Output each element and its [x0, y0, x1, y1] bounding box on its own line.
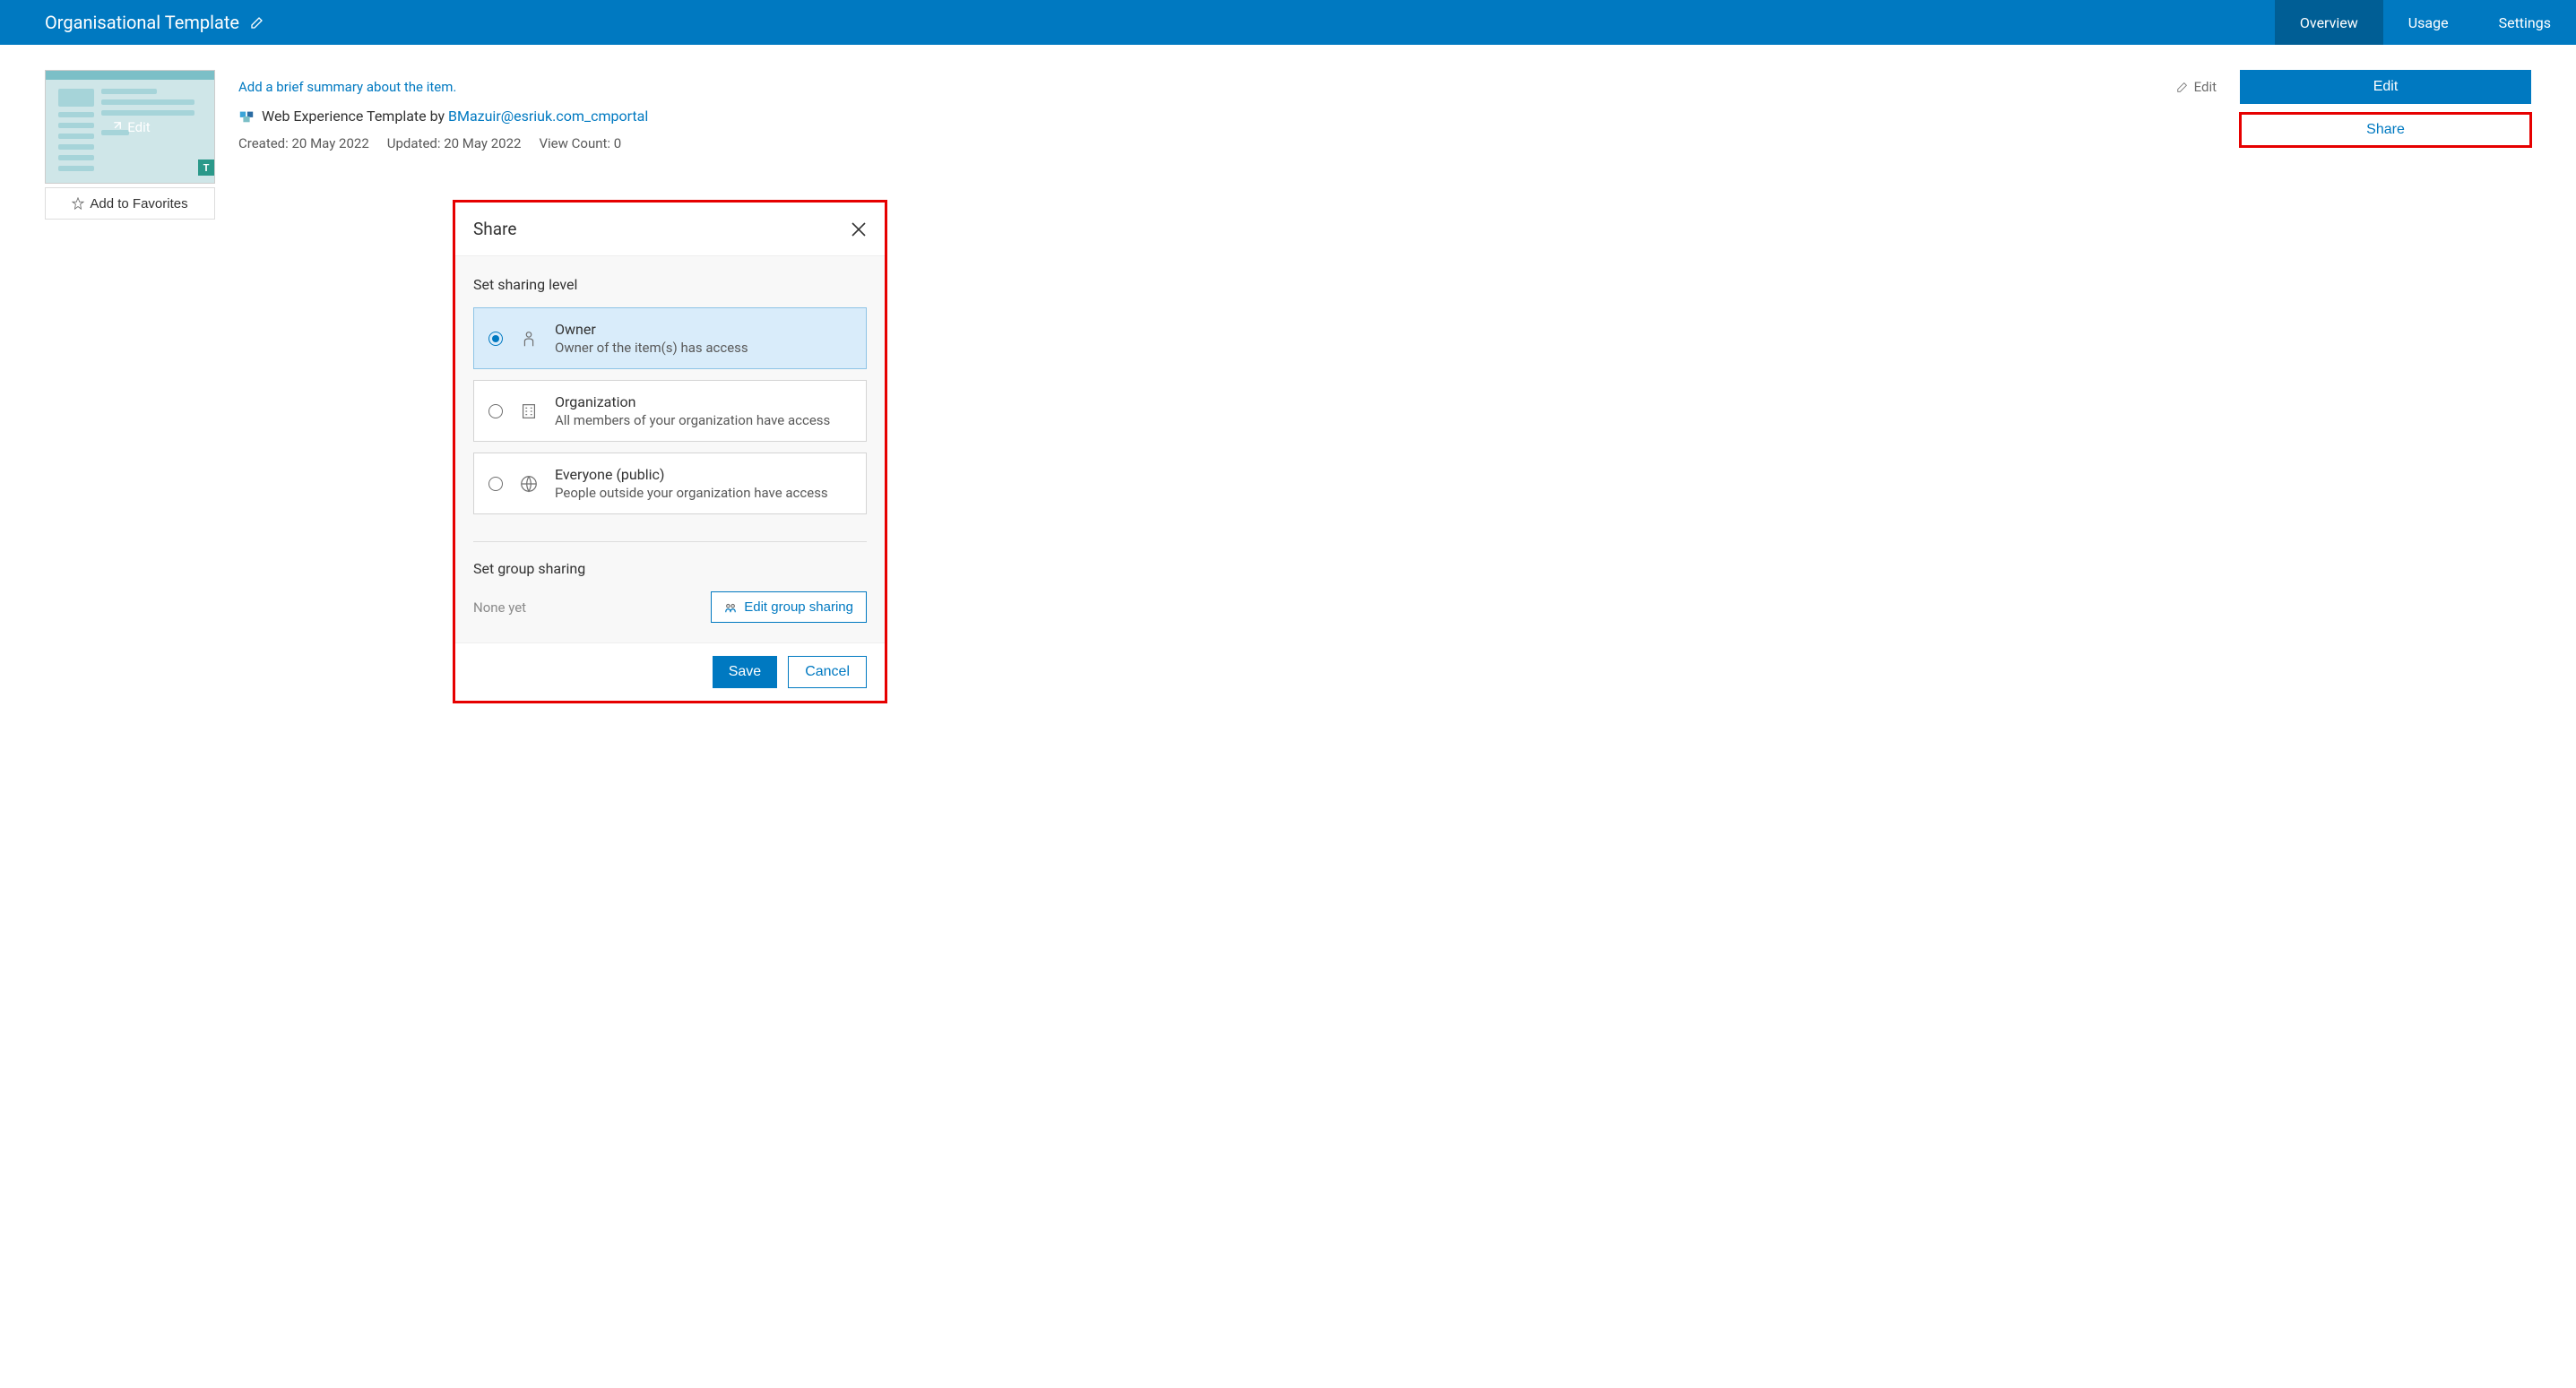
group-sharing-row: None yet Edit group sharing [473, 591, 867, 623]
building-icon [519, 401, 539, 421]
summary-row: Add a brief summary about the item. Edit [238, 79, 2217, 95]
sharing-options: Owner Owner of the item(s) has access Or… [473, 307, 867, 514]
created-date: Created: 20 May 2022 [238, 135, 369, 151]
star-icon [72, 197, 84, 210]
edit-summary-label: Edit [2194, 79, 2217, 95]
sharing-level-heading: Set sharing level [473, 276, 867, 293]
thumbnail-edit-overlay[interactable]: Edit [46, 71, 214, 183]
item-type-row: Web Experience Template by BMazuir@esriu… [238, 108, 2217, 125]
item-thumbnail[interactable]: Edit T [45, 70, 215, 184]
option-owner-desc: Owner of the item(s) has access [555, 340, 748, 356]
group-sharing-none: None yet [473, 599, 526, 616]
option-owner-title: Owner [555, 321, 748, 338]
updated-date: Updated: 20 May 2022 [387, 135, 522, 151]
radio-public[interactable] [488, 477, 503, 491]
side-column: Edit Share [2240, 70, 2531, 220]
share-button[interactable]: Share [2240, 113, 2531, 147]
edit-group-sharing-label: Edit group sharing [744, 599, 853, 615]
group-sharing-heading: Set group sharing [473, 560, 867, 577]
section-divider [473, 541, 867, 542]
summary-placeholder[interactable]: Add a brief summary about the item. [238, 79, 456, 95]
person-icon [519, 329, 539, 349]
close-icon[interactable] [851, 221, 867, 237]
option-org-desc: All members of your organization have ac… [555, 412, 830, 428]
main-column: Add a brief summary about the item. Edit… [238, 70, 2217, 220]
modal-footer: Save Cancel [455, 642, 885, 701]
header-tabs: Overview Usage Settings [2275, 0, 2576, 45]
add-favorites-label: Add to Favorites [90, 196, 187, 211]
external-link-icon [109, 121, 122, 134]
item-type-text: Web Experience Template by BMazuir@esriu… [262, 108, 648, 125]
modal-title: Share [473, 219, 516, 239]
content-area: Edit T Add to Favorites Add a brief summ… [0, 45, 2576, 245]
share-modal: Share Set sharing level Owner Owner of t… [453, 200, 887, 703]
modal-header: Share [455, 203, 885, 256]
share-option-org[interactable]: Organization All members of your organiz… [473, 380, 867, 442]
edit-title-icon[interactable] [250, 15, 264, 30]
author-link[interactable]: BMazuir@esriuk.com_cmportal [448, 108, 648, 125]
edit-summary-link[interactable]: Edit [2176, 79, 2217, 95]
radio-org[interactable] [488, 404, 503, 418]
globe-icon [519, 474, 539, 494]
thumbnail-column: Edit T Add to Favorites [45, 70, 215, 220]
option-public-title: Everyone (public) [555, 466, 828, 483]
item-type-icon [238, 108, 255, 125]
tab-overview[interactable]: Overview [2275, 0, 2383, 45]
thumbnail-edit-label: Edit [127, 119, 150, 135]
group-icon [724, 601, 737, 614]
modal-body: Set sharing level Owner Owner of the ite… [455, 256, 885, 642]
save-button[interactable]: Save [713, 656, 777, 688]
add-favorites-button[interactable]: Add to Favorites [45, 187, 215, 220]
app-header: Organisational Template Overview Usage S… [0, 0, 2576, 45]
radio-owner[interactable] [488, 332, 503, 346]
cancel-button[interactable]: Cancel [788, 656, 867, 688]
option-public-desc: People outside your organization have ac… [555, 485, 828, 501]
edit-group-sharing-button[interactable]: Edit group sharing [711, 591, 867, 623]
template-badge: T [198, 159, 214, 176]
share-option-public[interactable]: Everyone (public) People outside your or… [473, 453, 867, 514]
edit-button[interactable]: Edit [2240, 70, 2531, 104]
pencil-icon [2176, 81, 2189, 93]
tab-settings[interactable]: Settings [2474, 0, 2576, 45]
tab-usage[interactable]: Usage [2383, 0, 2474, 45]
page-title: Organisational Template [45, 12, 239, 33]
view-count: View Count: 0 [539, 135, 621, 151]
option-org-title: Organization [555, 393, 830, 410]
meta-row: Created: 20 May 2022 Updated: 20 May 202… [238, 135, 2217, 151]
share-option-owner[interactable]: Owner Owner of the item(s) has access [473, 307, 867, 369]
